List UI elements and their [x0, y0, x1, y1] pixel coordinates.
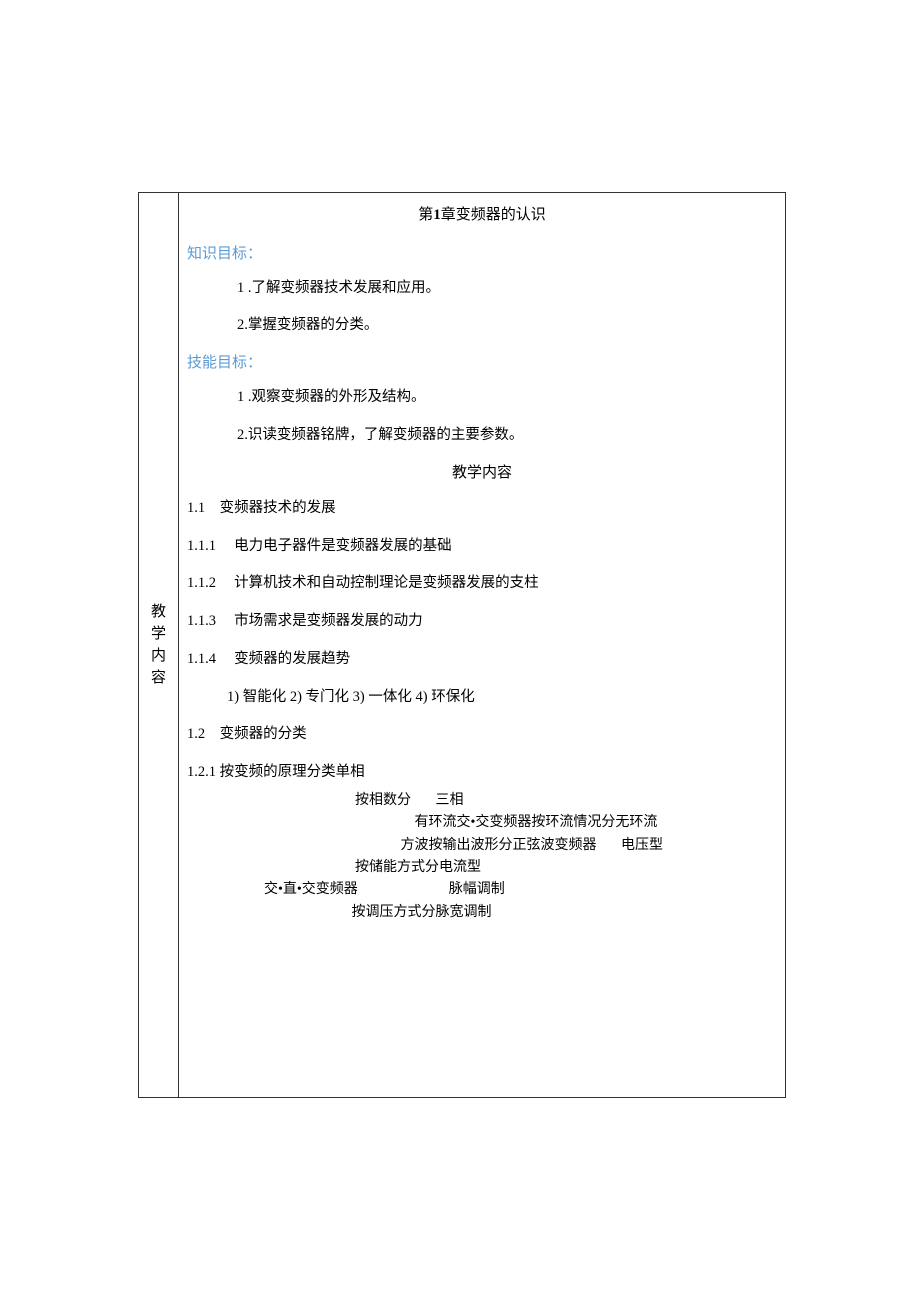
skill-goal-item-2: 2.识读变频器铭牌，了解变频器的主要参数。 — [187, 424, 777, 447]
diagram-line-4: 按储能方式分电流型 — [187, 857, 777, 879]
diagram-line-1: 按相数分 三相 — [187, 790, 777, 812]
section-1-2-1: 1.2.1 按变频的原理分类单相 — [187, 762, 777, 784]
left-label-column: 教学内容 — [138, 192, 178, 1098]
knowledge-goal-item-1: 1 .了解变频器技术发展和应用。 — [187, 277, 777, 300]
diagram-line-3: 方波按输出波形分正弦波变频器 电压型 — [187, 835, 777, 857]
knowledge-goal-item-2: 2.掌握变频器的分类。 — [187, 314, 777, 337]
section-1-1-2: 1.1.2 计算机技术和自动控制理论是变频器发展的支柱 — [187, 573, 777, 595]
diagram-line-6: 按调压方式分脉宽调制 — [187, 902, 777, 924]
title-prefix: 第 — [418, 207, 433, 223]
section-1-1-3: 1.1.3 市场需求是变频器发展的动力 — [187, 611, 777, 633]
document-page: 教学内容 第1章变频器的认识 知识目标： 1 .了解变频器技术发展和应用。 2.… — [138, 192, 786, 1098]
section-1-1-1: 1.1.1 电力电子器件是变频器发展的基础 — [187, 536, 777, 558]
title-suffix: 章变频器的认识 — [441, 207, 546, 223]
left-label-text: 教学内容 — [151, 601, 167, 689]
chapter-title: 第1章变频器的认识 — [187, 203, 777, 224]
section-1-1: 1.1 变频器技术的发展 — [187, 498, 777, 520]
teaching-content-label: 教学内容 — [187, 461, 777, 482]
knowledge-goal-label: 知识目标： — [187, 242, 777, 263]
skill-goal-label: 技能目标： — [187, 351, 777, 372]
skill-goal-item-1: 1 .观察变频器的外形及结构。 — [187, 386, 777, 409]
section-1-2: 1.2 变频器的分类 — [187, 724, 777, 746]
classification-diagram: 按相数分 三相 有环流交•交变频器按环流情况分无环流 方波按输出波形分正弦波变频… — [187, 790, 777, 924]
diagram-line-5: 交•直•交变频器 脉幅调制 — [187, 879, 777, 901]
content-column: 第1章变频器的认识 知识目标： 1 .了解变频器技术发展和应用。 2.掌握变频器… — [178, 192, 786, 1098]
title-bold: 1 — [433, 207, 441, 223]
diagram-line-2: 有环流交•交变频器按环流情况分无环流 — [187, 812, 777, 834]
trend-items: 1) 智能化 2) 专门化 3) 一体化 4) 环保化 — [187, 687, 777, 709]
section-1-1-4: 1.1.4 变频器的发展趋势 — [187, 649, 777, 671]
